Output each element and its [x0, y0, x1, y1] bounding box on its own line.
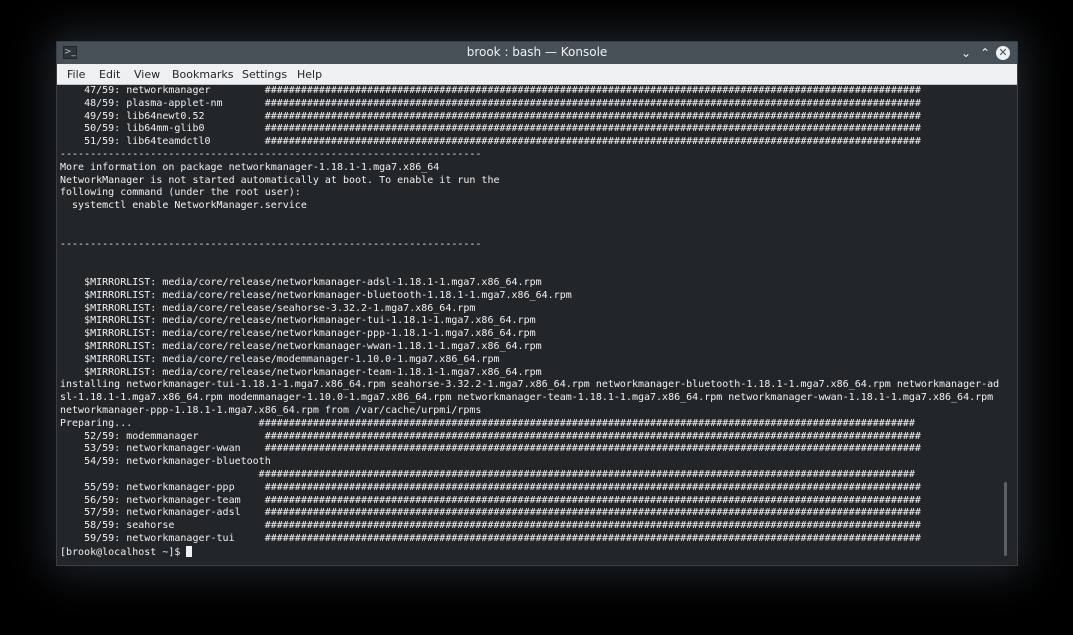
terminal-line: 48/59: plasma-applet-nm ################… [60, 97, 921, 109]
terminal-line: ########################################… [60, 468, 915, 480]
terminal-line: 58/59: seahorse ########################… [60, 520, 921, 532]
terminal-line: Preparing... ###########################… [60, 417, 915, 429]
menu-bar: File Edit View Bookmarks Settings Help [57, 64, 1017, 85]
title-bar[interactable]: >_ brook : bash — Konsole ⌄ ⌃ ✕ [57, 42, 1017, 64]
terminal-output[interactable]: 47/59: networkmanager ##################… [57, 85, 1017, 565]
terminal-line: $MIRRORLIST: media/core/release/networkm… [60, 328, 536, 340]
menu-settings[interactable]: Settings [242, 68, 287, 81]
terminal-line: $MIRRORLIST: media/core/release/seahorse… [60, 302, 476, 314]
terminal-line: More information on package networkmanag… [60, 161, 440, 173]
terminal-line: 52/59: modemmanager ####################… [60, 430, 921, 442]
terminal-line: 50/59: lib64mm-glib0 ###################… [60, 123, 921, 135]
maximize-icon[interactable]: ⌃ [977, 45, 993, 61]
close-icon[interactable]: ✕ [996, 46, 1010, 60]
terminal-line: ----------------------------------------… [60, 148, 482, 160]
prompt-text: [brook@localhost ~]$ [60, 546, 187, 558]
konsole-window: >_ brook : bash — Konsole ⌄ ⌃ ✕ File Edi… [57, 42, 1017, 565]
terminal-line: networkmanager-ppp-1.18.1-1.mga7.x86_64.… [60, 404, 482, 416]
terminal-line: following command (under the root user): [60, 187, 301, 199]
terminal-line: ----------------------------------------… [60, 238, 482, 250]
terminal-line: 51/59: lib64teamdctl0 ##################… [60, 136, 921, 148]
terminal-line: 47/59: networkmanager ##################… [60, 85, 921, 96]
terminal-line: 59/59: networkmanager-tui ##############… [60, 532, 921, 544]
terminal-line: 57/59: networkmanager-adsl #############… [60, 507, 921, 519]
terminal-line: $MIRRORLIST: media/core/release/networkm… [60, 366, 542, 378]
terminal-line: 56/59: networkmanager-team #############… [60, 494, 921, 506]
terminal-line: 54/59: networkmanager-bluetooth [60, 456, 271, 468]
menu-view[interactable]: View [134, 68, 160, 81]
shell-prompt[interactable]: [brook@localhost ~]$ [60, 545, 1005, 559]
terminal-line: installing networkmanager-tui-1.18.1-1.m… [60, 379, 1000, 391]
scrollbar-handle[interactable] [1004, 482, 1007, 556]
terminal-line: $MIRRORLIST: media/core/release/networkm… [60, 315, 536, 327]
terminal-line: systemctl enable NetworkManager.service [60, 200, 307, 212]
terminal-line: $MIRRORLIST: media/core/release/networkm… [60, 289, 572, 301]
terminal-line: sl-1.18.1-1.mga7.x86_64.rpm modemmanager… [60, 392, 994, 404]
terminal-line: 53/59: networkmanager-wwan #############… [60, 443, 921, 455]
terminal-line: $MIRRORLIST: media/core/release/modemman… [60, 353, 500, 365]
menu-bookmarks[interactable]: Bookmarks [172, 68, 233, 81]
terminal-line: $MIRRORLIST: media/core/release/networkm… [60, 340, 542, 352]
window-title: brook : bash — Konsole [466, 45, 608, 59]
terminal-lines: 47/59: networkmanager ##################… [60, 85, 1005, 558]
text-cursor [186, 545, 193, 557]
menu-file[interactable]: File [67, 68, 85, 81]
terminal-line: NetworkManager is not started automatica… [60, 174, 500, 186]
menu-edit[interactable]: Edit [99, 68, 120, 81]
terminal-line: 55/59: networkmanager-ppp ##############… [60, 481, 921, 493]
terminal-line: $MIRRORLIST: media/core/release/networkm… [60, 276, 542, 288]
terminal-line: 49/59: lib64newt0.52 ###################… [60, 110, 921, 122]
menu-help[interactable]: Help [297, 68, 322, 81]
minimize-icon[interactable]: ⌄ [958, 45, 974, 61]
